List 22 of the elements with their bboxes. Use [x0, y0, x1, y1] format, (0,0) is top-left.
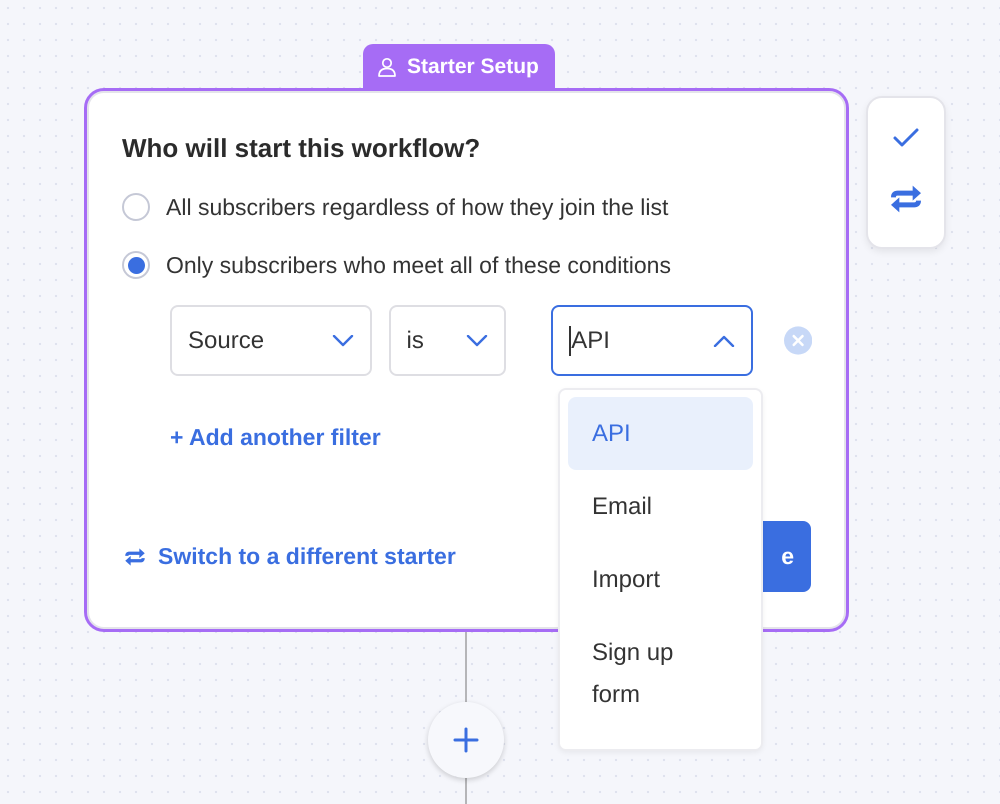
plus-icon: [453, 727, 479, 753]
node-tab-label: Starter Setup: [407, 54, 539, 78]
dropdown-option[interactable]: Sign up form: [568, 616, 753, 731]
add-filter-link[interactable]: + Add another filter: [170, 424, 381, 451]
chevron-up-icon: [712, 334, 735, 346]
dropdown-option[interactable]: Import: [568, 543, 753, 616]
user-icon: [377, 56, 397, 76]
card-title: Who will start this workflow?: [122, 133, 482, 164]
radio-button[interactable]: [122, 193, 150, 221]
confirm-button[interactable]: [892, 126, 920, 148]
switch-starter-link[interactable]: Switch to a different starter: [122, 543, 456, 570]
chevron-down-icon: [332, 334, 354, 346]
option-label: All subscribers regardless of how they join the list: [166, 194, 668, 220]
dropdown-option[interactable]: API: [568, 397, 753, 470]
dropdown-option[interactable]: Email: [568, 470, 753, 543]
chevron-down-icon: [466, 334, 488, 346]
radio-button[interactable]: [122, 251, 150, 279]
operator-select[interactable]: is: [388, 305, 506, 376]
add-step-button[interactable]: [428, 702, 504, 778]
option-label: Only subscribers who meet all of these conditions: [166, 252, 671, 278]
field-select[interactable]: Source: [170, 305, 372, 376]
value-select[interactable]: API: [551, 305, 753, 376]
